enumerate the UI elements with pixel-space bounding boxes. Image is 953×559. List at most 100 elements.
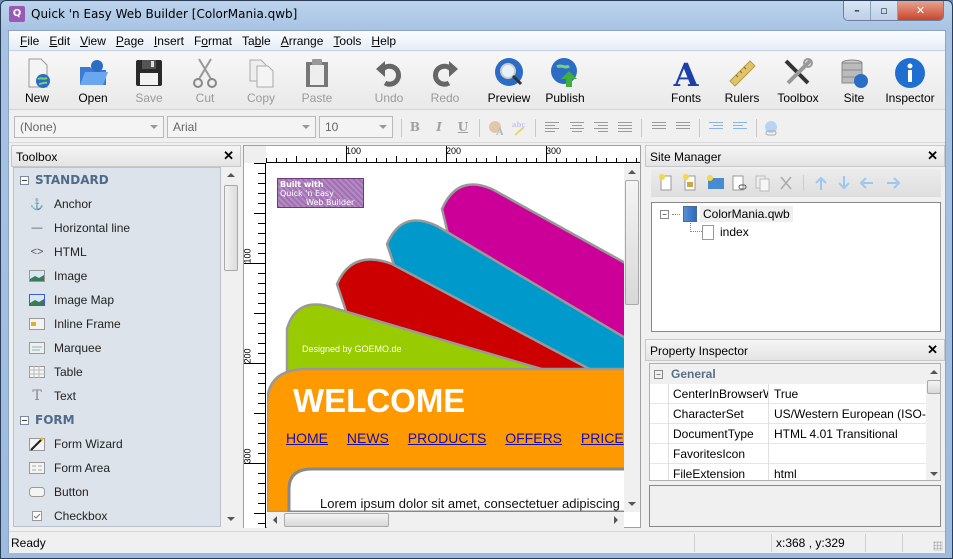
- new-page-icon[interactable]: [659, 174, 672, 191]
- toolbox-item-button[interactable]: Button: [14, 480, 220, 504]
- collapse-icon[interactable]: −: [20, 175, 29, 185]
- bullet-list-button[interactable]: [652, 122, 666, 134]
- nav-link-price[interactable]: PRICE: [581, 430, 624, 446]
- menu-view[interactable]: View: [75, 31, 111, 50]
- property-value[interactable]: True: [770, 384, 926, 404]
- toolbox-button[interactable]: Toolbox: [770, 54, 826, 108]
- open-button[interactable]: Open: [65, 54, 121, 108]
- paste-button[interactable]: Paste: [289, 54, 345, 108]
- scroll-up-icon[interactable]: [628, 170, 636, 174]
- scroll-down-icon[interactable]: [227, 517, 235, 521]
- nav-link-home[interactable]: HOME: [286, 430, 328, 446]
- collapse-icon[interactable]: −: [20, 415, 29, 425]
- move-down-icon[interactable]: [838, 176, 850, 190]
- inspector-button[interactable]: Inspector: [882, 54, 938, 108]
- new-button[interactable]: New: [9, 54, 65, 108]
- section-standard[interactable]: − STANDARD: [14, 168, 220, 192]
- property-row[interactable]: CharacterSet US/Western European (ISO-88: [650, 404, 926, 424]
- rulers-button[interactable]: Rulers: [714, 54, 770, 108]
- justify-button[interactable]: [618, 122, 632, 134]
- outdent-button[interactable]: [733, 122, 747, 134]
- editor-horizontal-scrollbar[interactable]: [267, 512, 624, 528]
- style-select[interactable]: (None): [14, 116, 164, 138]
- nav-link-news[interactable]: NEWS: [347, 430, 389, 446]
- delete-icon[interactable]: [780, 176, 792, 190]
- site-button[interactable]: Site: [826, 54, 882, 108]
- app-icon[interactable]: Q: [9, 6, 25, 22]
- move-right-icon[interactable]: [887, 177, 901, 189]
- built-with-badge[interactable]: Built with Quick 'n Easy Web Builder: [277, 178, 364, 208]
- move-up-icon[interactable]: [815, 176, 827, 190]
- fonts-button[interactable]: A Fonts: [658, 54, 714, 108]
- duplicate-icon[interactable]: [755, 175, 770, 192]
- horizontal-ruler[interactable]: 100 200 300: [266, 146, 640, 163]
- menu-format[interactable]: Format: [189, 31, 237, 50]
- preview-button[interactable]: Preview: [481, 54, 537, 108]
- scroll-up-icon[interactable]: [930, 370, 938, 374]
- menu-tools[interactable]: Tools: [328, 31, 366, 50]
- font-size-select[interactable]: 10: [319, 116, 393, 138]
- toolbox-item-horizontal-line[interactable]: — Horizontal line: [14, 216, 220, 240]
- toolbox-scrollbar[interactable]: [223, 167, 239, 527]
- menu-table[interactable]: Table: [237, 31, 276, 50]
- menu-file[interactable]: File: [15, 31, 44, 50]
- link-page-icon[interactable]: [732, 175, 747, 191]
- property-category-general[interactable]: − General: [650, 364, 926, 384]
- nav-link-offers[interactable]: OFFERS: [505, 430, 562, 446]
- cut-button[interactable]: Cut: [177, 54, 233, 108]
- toolbox-item-form-wizard[interactable]: Form Wizard: [14, 432, 220, 456]
- resize-grip-icon[interactable]: [933, 541, 943, 551]
- move-left-icon[interactable]: [859, 177, 873, 189]
- title-bar[interactable]: Q Quick 'n Easy Web Builder [ColorMania.…: [1, 1, 952, 29]
- bold-button[interactable]: B: [407, 120, 423, 136]
- font-select[interactable]: Arial: [167, 116, 316, 138]
- nav-link-products[interactable]: PRODUCTS: [408, 430, 487, 446]
- scroll-thumb[interactable]: [927, 380, 940, 394]
- collapse-icon[interactable]: −: [660, 209, 669, 219]
- toolbox-item-image[interactable]: Image: [14, 264, 220, 288]
- toolbox-item-text[interactable]: T Text: [14, 384, 220, 408]
- toolbox-item-inline-frame[interactable]: Inline Frame: [14, 312, 220, 336]
- underline-button[interactable]: U: [455, 120, 471, 136]
- scroll-right-icon[interactable]: [614, 516, 618, 524]
- publish-button[interactable]: Publish: [537, 54, 593, 108]
- minimize-button[interactable]: –: [844, 1, 871, 20]
- scroll-down-icon[interactable]: [930, 472, 938, 476]
- toolbox-item-checkbox[interactable]: Checkbox: [14, 504, 220, 526]
- close-icon[interactable]: ✕: [223, 148, 234, 164]
- property-value[interactable]: HTML 4.01 Transitional: [770, 424, 926, 444]
- menu-insert[interactable]: Insert: [149, 31, 189, 50]
- undo-button[interactable]: Undo: [361, 54, 417, 108]
- new-folder-icon[interactable]: [707, 175, 724, 189]
- italic-button[interactable]: I: [431, 120, 447, 136]
- tree-node-project[interactable]: − ColorMania.qwb: [660, 205, 793, 223]
- scroll-down-icon[interactable]: [628, 502, 636, 506]
- editor-vertical-scrollbar[interactable]: [624, 164, 640, 512]
- maximize-button[interactable]: ▫: [871, 1, 898, 20]
- numbered-list-button[interactable]: [676, 122, 690, 134]
- new-page-from-template-icon[interactable]: [683, 174, 696, 191]
- align-right-button[interactable]: [594, 122, 608, 134]
- menu-page[interactable]: Page: [111, 31, 149, 50]
- property-value[interactable]: US/Western European (ISO-88: [770, 404, 926, 424]
- align-left-button[interactable]: [545, 122, 559, 134]
- close-icon[interactable]: ✕: [927, 342, 938, 358]
- text-color-button[interactable]: A: [487, 120, 504, 138]
- toolbox-item-form-area[interactable]: Form Area: [14, 456, 220, 480]
- menu-arrange[interactable]: Arrange: [276, 31, 329, 50]
- toolbox-item-html[interactable]: <> HTML: [14, 240, 220, 264]
- spellcheck-button[interactable]: abc: [511, 120, 527, 136]
- copy-button[interactable]: Copy: [233, 54, 289, 108]
- scroll-left-icon[interactable]: [273, 516, 277, 524]
- indent-button[interactable]: [709, 122, 723, 134]
- property-row[interactable]: FileExtension html: [650, 464, 926, 480]
- align-center-button[interactable]: [570, 122, 584, 134]
- collapse-icon[interactable]: −: [654, 369, 663, 379]
- redo-button[interactable]: Redo: [417, 54, 473, 108]
- property-value[interactable]: [770, 444, 926, 464]
- horizontal-scroll-thumb[interactable]: [284, 513, 389, 527]
- toolbox-item-image-map[interactable]: Image Map: [14, 288, 220, 312]
- design-canvas[interactable]: Built with Quick 'n Easy Web Builder Des…: [267, 164, 624, 512]
- scroll-up-icon[interactable]: [227, 173, 235, 177]
- scroll-thumb[interactable]: [224, 185, 238, 271]
